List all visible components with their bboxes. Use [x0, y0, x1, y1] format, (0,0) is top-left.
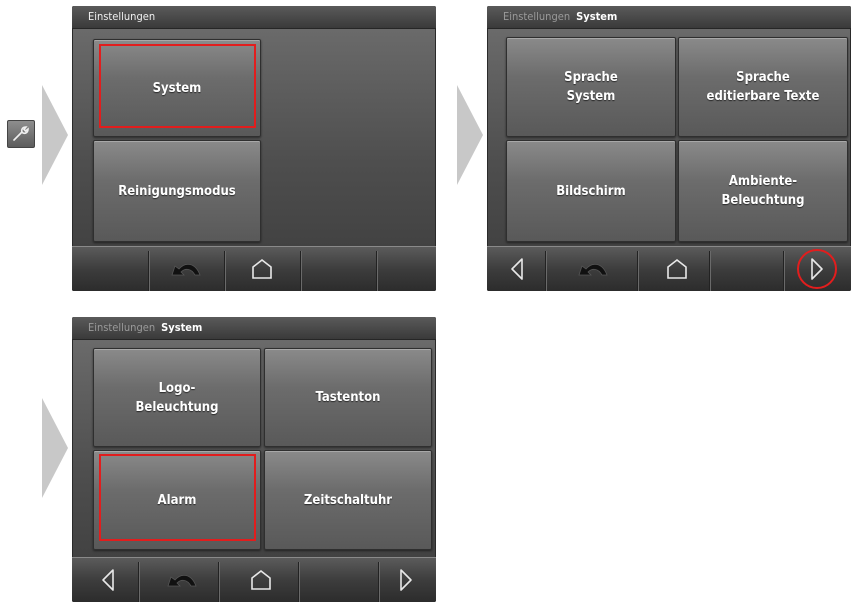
tile-label: Sprache editierbare Texte [706, 70, 820, 104]
screen-einstellungen: Einstellungen System Reinigungsmodus [72, 6, 436, 291]
breadcrumb-parent[interactable]: Einstellungen [88, 321, 155, 334]
nav-divider [300, 251, 301, 291]
home-icon [251, 569, 271, 590]
flow-arrow-2 [457, 85, 483, 185]
tile-bildschirm[interactable]: Bildschirm [506, 140, 676, 242]
nav-divider [148, 251, 149, 291]
tile-ambiente-beleuchtung[interactable]: Ambiente- Beleuchtung [678, 140, 848, 242]
nav-divider [709, 251, 710, 291]
wrench-icon[interactable] [7, 120, 35, 148]
prev-icon [102, 569, 114, 591]
back-icon [167, 574, 197, 587]
bottom-nav [72, 246, 436, 291]
breadcrumb-current: System [576, 10, 618, 23]
tile-label: Tastenton [315, 390, 381, 405]
tile-logo-beleuchtung[interactable]: Logo- Beleuchtung [93, 348, 261, 447]
nav-divider [783, 251, 784, 291]
prev-icon [511, 258, 523, 280]
breadcrumb: Einstellungen System [487, 6, 851, 29]
home-icon [667, 258, 687, 279]
home-icon [252, 258, 272, 279]
highlight-circle [797, 249, 837, 289]
tile-label: Reinigungsmodus [118, 183, 236, 199]
tile-label: Sprache System [564, 70, 618, 104]
tile-label: Zeitschaltuhr [303, 492, 393, 508]
wrench-glyph [13, 126, 29, 141]
back-icon [171, 263, 201, 276]
tile-tastenton[interactable]: Tastenton [264, 348, 432, 447]
prev-button[interactable] [487, 247, 547, 291]
nav-divider [637, 251, 638, 291]
tile-reinigungsmodus[interactable]: Reinigungsmodus [93, 140, 261, 242]
nav-divider [376, 251, 377, 291]
nav-divider [138, 562, 139, 602]
home-button[interactable] [647, 247, 707, 291]
flow-arrow-3 [42, 398, 68, 498]
flow-arrow-1 [42, 85, 68, 185]
tile-sprache-system[interactable]: Sprache System [506, 37, 676, 137]
breadcrumb-current: Einstellungen [88, 10, 156, 23]
next-button[interactable] [376, 558, 436, 602]
next-icon [400, 569, 412, 591]
nav-divider [224, 251, 225, 291]
tile-label: Ambiente- Beleuchtung [721, 174, 805, 208]
breadcrumb: Einstellungen System [72, 317, 436, 340]
bottom-nav [487, 246, 851, 291]
prev-button[interactable] [78, 558, 138, 602]
home-button[interactable] [232, 247, 292, 291]
nav-divider [218, 562, 219, 602]
back-button[interactable] [563, 247, 623, 291]
screen-system-page2: Einstellungen System Logo- Beleuchtung Ta… [72, 317, 436, 602]
breadcrumb: Einstellungen [72, 6, 436, 29]
breadcrumb-parent[interactable]: Einstellungen [503, 10, 570, 23]
tile-label: Logo- Beleuchtung [135, 380, 219, 415]
bottom-nav [72, 557, 436, 602]
back-icon [578, 263, 608, 276]
highlight-box [99, 44, 256, 128]
home-button[interactable] [231, 558, 291, 602]
tile-zeitschaltuhr[interactable]: Zeitschaltuhr [264, 450, 432, 550]
highlight-box [99, 454, 256, 541]
nav-divider [298, 562, 299, 602]
tile-sprache-editierbare-texte[interactable]: Sprache editierbare Texte [678, 37, 848, 137]
back-button[interactable] [156, 247, 216, 291]
breadcrumb-current: System [161, 321, 203, 334]
tile-label: Bildschirm [556, 183, 626, 199]
screen-system-page1: Einstellungen System Sprache System Sprac… [487, 6, 851, 291]
back-button[interactable] [152, 558, 212, 602]
